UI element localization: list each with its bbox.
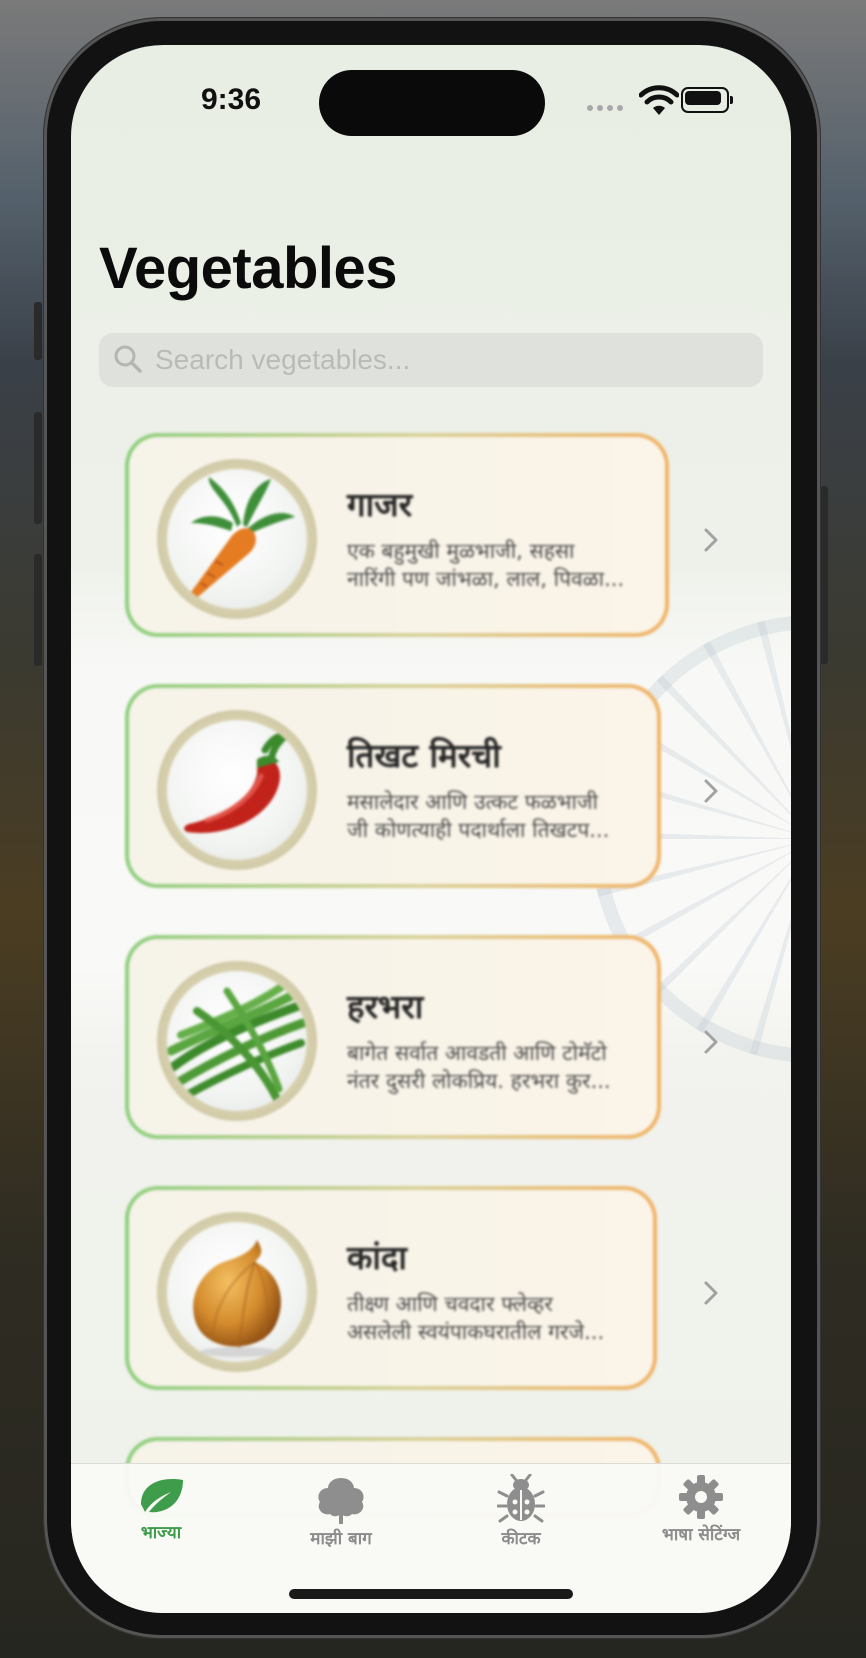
card-body: कांदा तीक्ष्ण आणि चवदार फ्लेव्हर असलेली …: [129, 1190, 653, 1386]
carrot-icon: [187, 477, 295, 602]
card-frame[interactable]: कांदा तीक्ष्ण आणि चवदार फ्लेव्हर असलेली …: [125, 1186, 657, 1390]
vegetable-thumbnail: [157, 961, 317, 1121]
chevron-right-icon[interactable]: [701, 776, 721, 806]
power-button: [820, 486, 828, 664]
vegetable-thumbnail: [157, 1212, 317, 1372]
tab-my-garden[interactable]: माझी बाग: [251, 1474, 431, 1564]
search-icon: [114, 345, 142, 373]
search-bar[interactable]: [99, 333, 763, 387]
chevron-right-icon[interactable]: [701, 1278, 721, 1308]
tab-label: कीटक: [501, 1529, 541, 1549]
vegetable-description: बागेत सर्वात आवडती आणि टोमॅटो नंतर दुसरी…: [347, 1041, 611, 1093]
volume-up-button: [34, 412, 42, 524]
tab-pests[interactable]: कीटक: [431, 1474, 611, 1564]
card-frame[interactable]: तिखट मिरची मसालेदार आणि उत्कट फळभाजी जी …: [125, 684, 661, 888]
onion-icon: [193, 1240, 281, 1357]
search-input[interactable]: [155, 333, 745, 387]
card-body: तिखट मिरची मसालेदार आणि उत्कट फळभाजी जी …: [129, 688, 657, 884]
tab-language-settings[interactable]: भाषा सेटिंग्ज: [611, 1474, 791, 1564]
vegetable-thumbnail: [157, 710, 317, 870]
home-indicator[interactable]: [289, 1589, 573, 1599]
vegetable-description: तीक्ष्ण आणि चवदार फ्लेव्हर असलेली स्वयंप…: [347, 1292, 605, 1344]
bug-icon: [497, 1474, 545, 1523]
action-button: [34, 302, 42, 360]
vegetable-name: कांदा: [347, 1238, 407, 1277]
vegetable-description: एक बहुमुखी मुळभाजी, सहसा नारिंगी पण जांभ…: [347, 539, 625, 591]
card-body: गाजर एक बहुमुखी मुळभाजी, सहसा नारिंगी पण…: [129, 437, 665, 633]
volume-down-button: [34, 554, 42, 666]
chili-pepper-icon: [184, 733, 288, 833]
tab-label: भाषा सेटिंग्ज: [661, 1525, 741, 1545]
chevron-right-icon[interactable]: [701, 525, 721, 555]
leaf-icon: [141, 1479, 183, 1513]
dynamic-island: [319, 70, 545, 136]
tree-icon: [318, 1478, 364, 1524]
app-screen: 9:36 Vegetables Search vegetables... गाज…: [71, 45, 791, 1613]
card-body: हरभरा बागेत सर्वात आवडती आणि टोमॅटो नंतर…: [129, 939, 657, 1135]
wifi-icon: [639, 85, 679, 115]
vegetable-description: मसालेदार आणि उत्कट फळभाजी जी कोणत्याही प…: [347, 790, 610, 842]
cellular-signal-icon: [587, 105, 623, 111]
vegetable-name: हरभरा: [347, 987, 424, 1026]
vegetable-name: गाजर: [347, 485, 413, 524]
gear-icon: [679, 1475, 723, 1519]
green-beans-icon: [167, 979, 307, 1103]
tab-vegetables[interactable]: भाज्या: [71, 1474, 251, 1564]
battery-icon: [681, 87, 733, 113]
status-time: 9:36: [200, 83, 262, 116]
chevron-right-icon[interactable]: [701, 1027, 721, 1057]
tab-label: भाज्या: [140, 1523, 182, 1543]
page-title: Vegetables: [99, 236, 398, 301]
tab-label: माझी बाग: [310, 1529, 372, 1549]
vegetable-name: तिखट मिरची: [347, 736, 501, 775]
card-frame[interactable]: हरभरा बागेत सर्वात आवडती आणि टोमॅटो नंतर…: [125, 935, 661, 1139]
card-frame[interactable]: गाजर एक बहुमुखी मुळभाजी, सहसा नारिंगी पण…: [125, 433, 669, 637]
vegetable-thumbnail: [157, 459, 317, 619]
